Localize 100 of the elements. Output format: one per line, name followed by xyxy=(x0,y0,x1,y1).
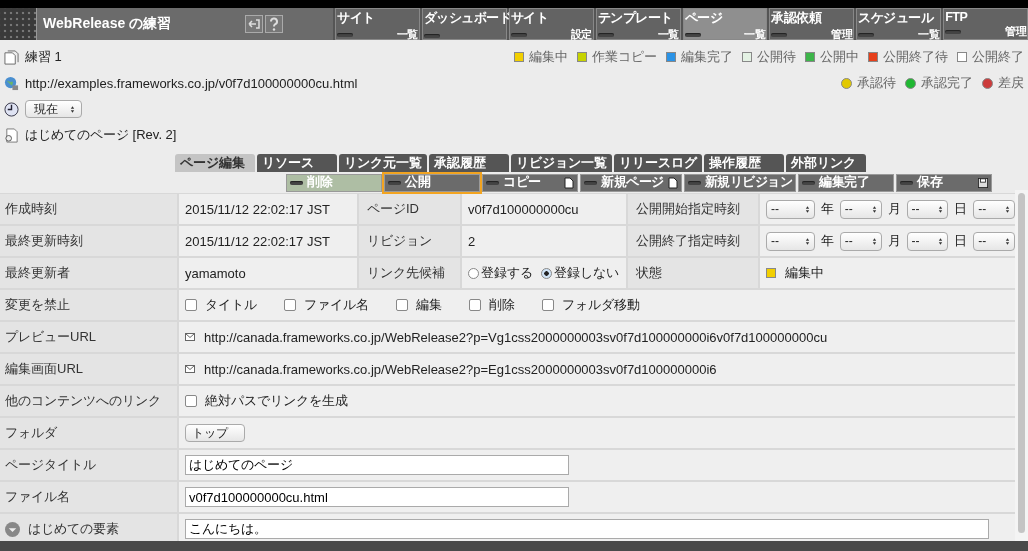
field-label: 状態 xyxy=(628,258,758,288)
field-label: 公開開始指定時刻 xyxy=(628,194,758,224)
nav-button[interactable]: サイト 設定 xyxy=(508,8,594,40)
updown-arrow-icon xyxy=(1005,236,1010,246)
page-title: はじめてのページ [Rev. 2] xyxy=(25,126,177,144)
updown-arrow-icon xyxy=(938,204,944,214)
legend-label: 公開中 xyxy=(820,48,859,66)
date-dropdown[interactable]: -- xyxy=(906,231,949,251)
field-value: 2015/11/12 22:02:17 JST xyxy=(185,233,331,249)
field-label: 公開終了指定時刻 xyxy=(628,226,758,256)
tab[interactable]: リリースログ xyxy=(614,154,702,172)
action-button[interactable]: 編集完了 xyxy=(798,173,894,192)
site-url: http://examples.frameworks.co.jp/v0f7d100000000cu.html xyxy=(25,75,358,91)
app-logo-icon[interactable] xyxy=(0,8,37,40)
field-label: 最終更新時刻 xyxy=(0,226,177,256)
tab[interactable]: リビジョン一覧 xyxy=(511,154,612,172)
field-label: ページタイトル xyxy=(0,450,177,480)
date-dropdown[interactable]: -- xyxy=(839,199,882,219)
legend-label: 公開終了 xyxy=(972,48,1024,66)
nav-button[interactable]: 承認依頼 管理 xyxy=(769,8,855,40)
nav-button[interactable]: サイト 一覧 xyxy=(335,8,420,40)
field-value: yamamoto xyxy=(185,265,246,281)
app-title: WebRelease の練習 xyxy=(43,15,173,33)
checkbox[interactable] xyxy=(396,299,408,311)
checkbox-label: ファイル名 xyxy=(304,296,369,314)
text-field[interactable]: はじめてのページ xyxy=(185,455,569,475)
date-dropdown[interactable]: -- xyxy=(906,199,949,219)
action-button[interactable]: 保存 xyxy=(896,173,992,192)
checkbox[interactable] xyxy=(469,299,481,311)
date-dropdown[interactable]: -- xyxy=(973,231,1015,251)
date-unit: 年 xyxy=(820,200,834,218)
field-value: 2 xyxy=(468,233,476,249)
mail-icon xyxy=(185,365,195,373)
collapse-icon[interactable] xyxy=(5,521,20,537)
checkbox-label: 削除 xyxy=(489,296,515,314)
scrollbar[interactable] xyxy=(1015,190,1028,541)
page-search-icon xyxy=(4,127,19,143)
nav-button[interactable]: テンプレート 一覧 xyxy=(595,8,681,40)
globe-icon xyxy=(4,75,19,91)
field-label: 作成時刻 xyxy=(0,194,177,224)
legend-label: 差戻 xyxy=(998,74,1024,92)
exit-icon[interactable] xyxy=(245,15,263,33)
tab[interactable]: ページ編集 xyxy=(175,154,255,172)
checkbox[interactable] xyxy=(185,299,197,311)
field-label: ページID xyxy=(359,194,460,224)
legend-label: 編集完了 xyxy=(681,48,733,66)
updown-arrow-icon xyxy=(804,204,810,214)
field-value: 2015/11/12 22:02:17 JST xyxy=(185,201,331,217)
checkbox-label: フォルダ移動 xyxy=(562,296,640,314)
date-unit: 日 xyxy=(954,232,968,250)
updown-arrow-icon xyxy=(804,236,810,246)
radio-button[interactable] xyxy=(468,267,479,279)
tab[interactable]: 承認履歴 xyxy=(429,154,509,172)
field-label: はじめての要素 xyxy=(28,520,119,538)
nav-button[interactable]: スケジュール 一覧 xyxy=(856,8,942,40)
time-dropdown[interactable]: 現在 xyxy=(25,100,82,118)
action-button[interactable]: 公開 xyxy=(384,173,480,192)
help-icon[interactable] xyxy=(265,15,283,33)
checkbox[interactable] xyxy=(542,299,554,311)
text-field[interactable]: こんにちは。 xyxy=(185,519,989,539)
updown-arrow-icon xyxy=(938,236,944,246)
action-button[interactable]: 新規ページ xyxy=(580,173,682,192)
action-button[interactable]: コピー xyxy=(482,173,578,192)
date-dropdown[interactable]: -- xyxy=(839,231,882,251)
checkbox[interactable] xyxy=(284,299,296,311)
nav-button[interactable]: FTP 管理 xyxy=(943,8,1028,40)
document-icon xyxy=(564,176,574,189)
updown-arrow-icon xyxy=(70,104,75,114)
document-icon xyxy=(667,176,678,189)
save-icon xyxy=(978,176,988,189)
legend-label: 公開終了待 xyxy=(883,48,948,66)
checkbox-label: 絶対パスでリンクを生成 xyxy=(205,392,348,410)
tab[interactable]: リンク元一覧 xyxy=(339,154,427,172)
checkbox[interactable] xyxy=(185,395,197,407)
tab[interactable]: 外部リンク xyxy=(786,154,866,172)
date-unit: 月 xyxy=(887,200,901,218)
text-field[interactable]: v0f7d100000000cu.html xyxy=(185,487,569,507)
status-label: 編集中 xyxy=(785,264,824,282)
date-unit: 年 xyxy=(820,232,834,250)
radio-label: 登録しない xyxy=(554,264,619,282)
folder-dropdown[interactable]: トップ xyxy=(185,424,245,442)
radio-button[interactable] xyxy=(541,267,552,279)
date-dropdown[interactable]: -- xyxy=(766,231,815,251)
field-label: フォルダ xyxy=(0,418,177,448)
site-name: 練習 1 xyxy=(25,48,62,66)
updown-arrow-icon xyxy=(871,236,877,246)
field-value: v0f7d100000000cu xyxy=(468,201,579,217)
tab[interactable]: リソース xyxy=(257,154,337,172)
tab[interactable]: 操作履歴 xyxy=(704,154,784,172)
legend-label: 公開待 xyxy=(757,48,796,66)
legend-label: 編集中 xyxy=(529,48,568,66)
date-unit: 月 xyxy=(887,232,901,250)
date-dropdown[interactable]: -- xyxy=(973,199,1015,219)
action-button[interactable]: 新規リビジョン xyxy=(683,173,796,192)
field-label: リンク先候補 xyxy=(359,258,460,288)
legend-label: 承認完了 xyxy=(921,74,973,92)
date-dropdown[interactable]: -- xyxy=(766,199,815,219)
updown-arrow-icon xyxy=(1005,204,1010,214)
radio-label: 登録する xyxy=(481,264,533,282)
field-label: 変更を禁止 xyxy=(0,290,177,320)
